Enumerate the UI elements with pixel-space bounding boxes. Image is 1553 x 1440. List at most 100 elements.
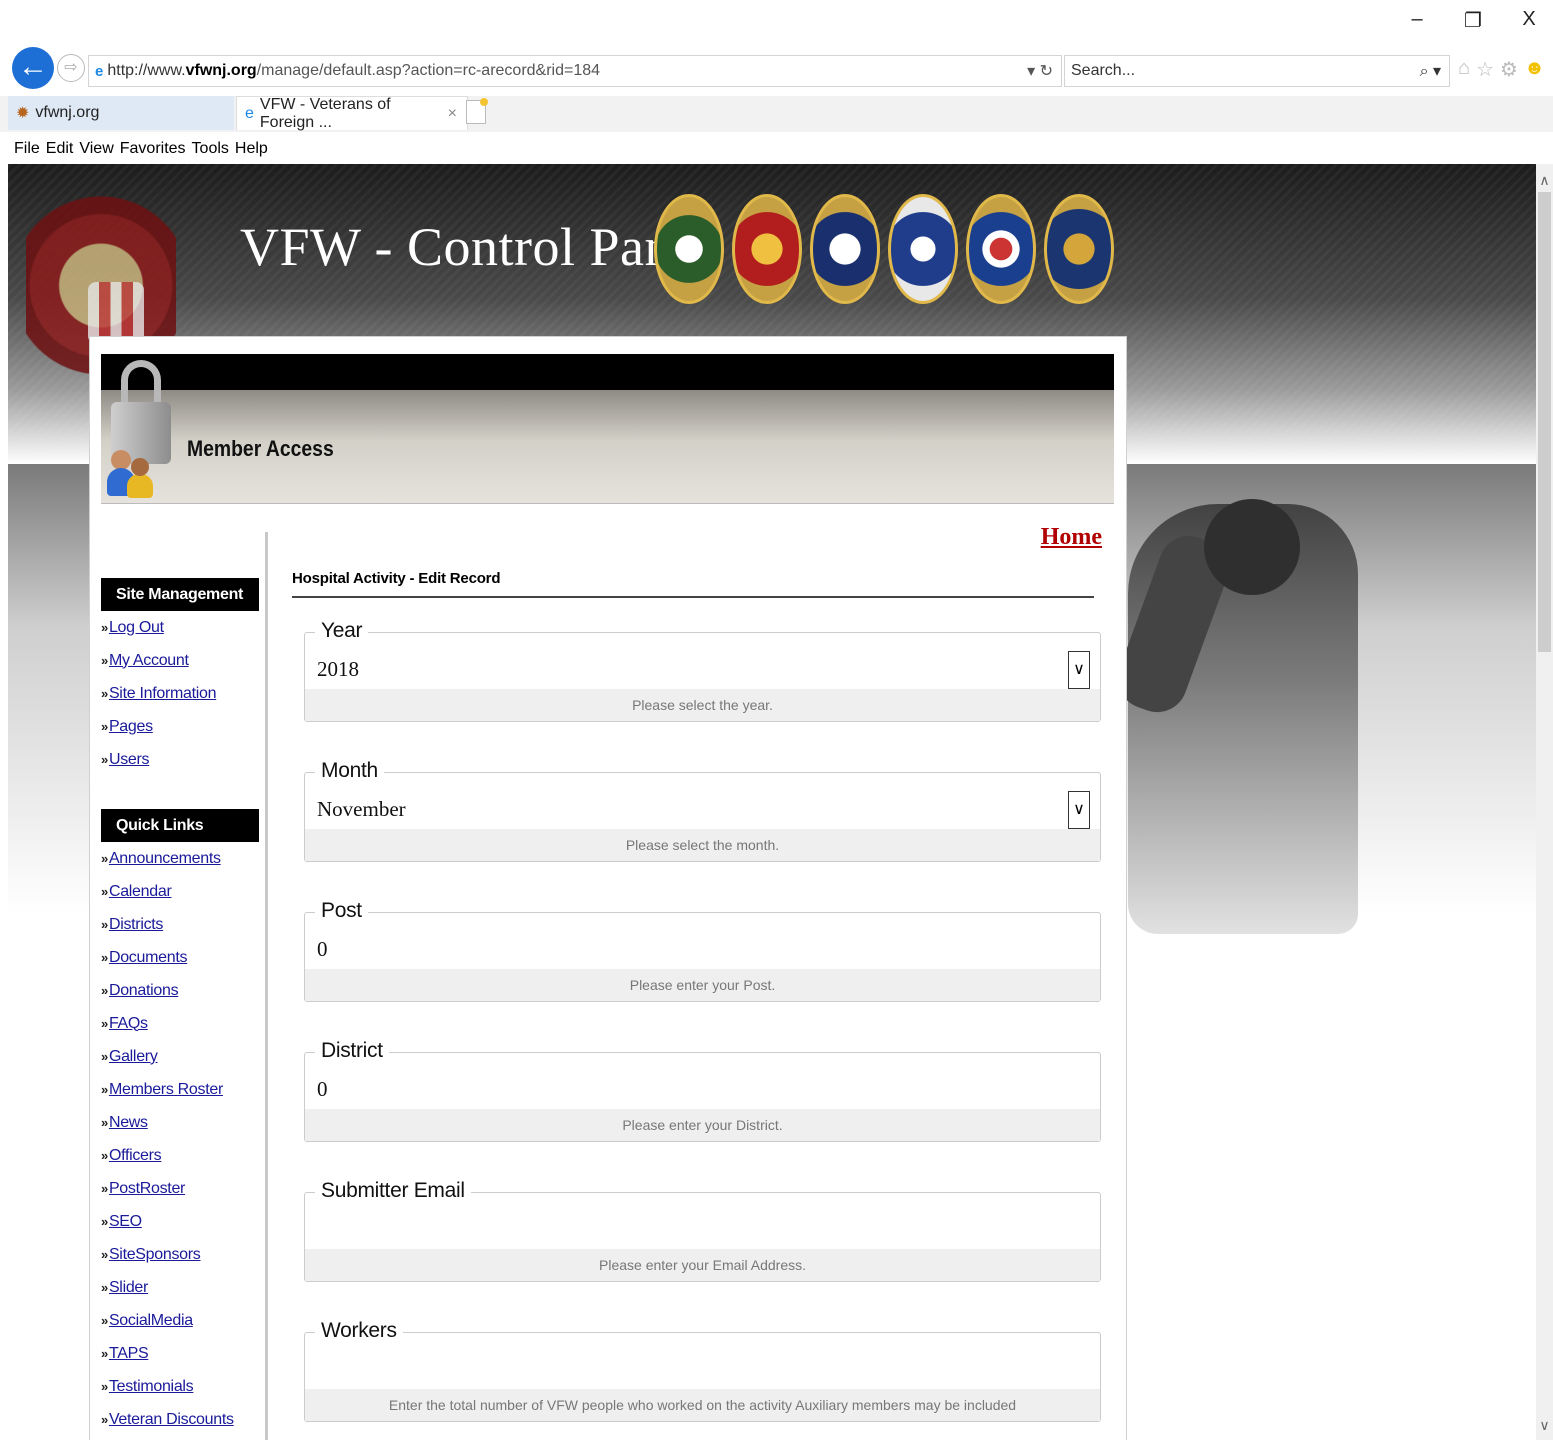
site-management-list: » Log Out » My Account » Site Information »… (101, 611, 261, 776)
settings-gear-icon[interactable]: ⚙ (1500, 57, 1518, 82)
year-select[interactable]: 2018 (317, 657, 359, 682)
month-fieldset: Month November ∨ Please select the month… (304, 759, 1101, 862)
scroll-down-icon[interactable]: ∨ (1536, 1417, 1553, 1434)
sidebar-item-seo: » SEO (101, 1205, 261, 1238)
double-arrow-icon: » (101, 686, 108, 701)
month-select[interactable]: November (317, 797, 406, 822)
taps-link[interactable]: TAPS (109, 1345, 149, 1363)
sidebar-item-gallery: » Gallery (101, 1040, 261, 1073)
members-roster-link[interactable]: Members Roster (109, 1081, 223, 1099)
restore-button[interactable]: ❐ (1463, 8, 1483, 33)
double-arrow-icon: » (101, 653, 108, 668)
minimize-button[interactable]: – (1407, 8, 1427, 33)
post-label: Post (315, 899, 368, 923)
workers-hint: Enter the total number of VFW people who… (305, 1389, 1100, 1421)
tab-vfw-control[interactable]: e VFW - Veterans of Foreign ... × (236, 96, 468, 131)
sidebar-item-taps: » TAPS (101, 1337, 261, 1370)
banner-title: VFW - Control Panel (240, 217, 712, 277)
search-input[interactable]: Search... (1071, 62, 1135, 80)
forward-button[interactable]: ⇨ (57, 54, 85, 82)
sidebar-item-slider: » Slider (101, 1271, 261, 1304)
faqs-link[interactable]: FAQs (109, 1015, 148, 1033)
slider-link[interactable]: Slider (109, 1279, 148, 1297)
back-button[interactable]: ← (12, 47, 54, 89)
search-box[interactable]: Search... ⌕ ▾ (1064, 55, 1450, 87)
panel-header: Member Access (101, 360, 1114, 504)
vertical-scrollbar[interactable]: ∧ ∨ (1536, 164, 1553, 1440)
testimonials-link[interactable]: Testimonials (109, 1378, 194, 1396)
close-window-button[interactable]: X (1519, 8, 1539, 33)
sidebar-item-faqs: » FAQs (101, 1007, 261, 1040)
double-arrow-icon: » (101, 1247, 108, 1262)
my-account-link[interactable]: My Account (109, 652, 189, 670)
national-guard-seal-icon (1044, 194, 1114, 304)
gallery-link[interactable]: Gallery (109, 1048, 158, 1066)
double-arrow-icon: » (101, 1412, 108, 1427)
main-panel: Member Access Site Management » Log Out »… (89, 336, 1127, 1440)
panel-title: Member Access (187, 436, 334, 461)
post-input[interactable]: 0 (317, 937, 328, 962)
double-arrow-icon: » (101, 1082, 108, 1097)
postroster-link[interactable]: PostRoster (109, 1180, 185, 1198)
scroll-thumb[interactable] (1538, 192, 1551, 652)
tab-vfwnj[interactable]: ✹ vfwnj.org (8, 96, 234, 130)
chevron-down-icon[interactable]: ∨ (1068, 651, 1090, 689)
sidebar-item-calendar: » Calendar (101, 875, 261, 908)
district-fieldset: District 0 Please enter your District. (304, 1039, 1101, 1142)
favorites-star-icon[interactable]: ☆ (1476, 57, 1494, 82)
menu-tools[interactable]: Tools (192, 140, 229, 158)
arrow-left-icon: ← (18, 50, 48, 83)
sidebar-item-documents: » Documents (101, 941, 261, 974)
menu-edit[interactable]: Edit (46, 140, 74, 158)
veteran-discounts-link[interactable]: Veteran Discounts (109, 1411, 234, 1429)
menu-file[interactable]: File (14, 140, 40, 158)
search-icon[interactable]: ⌕ ▾ (1420, 61, 1441, 81)
sidebar: Site Management » Log Out » My Account » Si… (101, 524, 261, 1436)
double-arrow-icon: » (101, 1379, 108, 1394)
new-tab-button[interactable] (466, 98, 488, 124)
officers-link[interactable]: Officers (109, 1147, 162, 1165)
chevron-down-icon[interactable]: ∨ (1068, 791, 1090, 829)
menu-bar: File Edit View Favorites Tools Help (0, 136, 1553, 162)
home-icon[interactable]: ⌂ (1458, 57, 1470, 82)
sidebar-item-officers: » Officers (101, 1139, 261, 1172)
sidebar-item-pages: » Pages (101, 710, 261, 743)
menu-help[interactable]: Help (235, 140, 268, 158)
double-arrow-icon: » (101, 950, 108, 965)
menu-view[interactable]: View (79, 140, 113, 158)
sidebar-item-members-roster: » Members Roster (101, 1073, 261, 1106)
districts-link[interactable]: Districts (109, 916, 163, 934)
seo-link[interactable]: SEO (109, 1213, 142, 1231)
double-arrow-icon: » (101, 1148, 108, 1163)
district-hint: Please enter your District. (305, 1109, 1100, 1141)
sidebar-item-socialmedia: » SocialMedia (101, 1304, 261, 1337)
marine-corps-seal-icon (732, 194, 802, 304)
double-arrow-icon: » (101, 1214, 108, 1229)
feedback-smiley-icon[interactable]: ☻ (1524, 57, 1545, 82)
menu-favorites[interactable]: Favorites (120, 140, 186, 158)
users-link[interactable]: Users (109, 751, 150, 769)
news-link[interactable]: News (109, 1114, 148, 1132)
announcements-link[interactable]: Announcements (109, 850, 221, 868)
close-tab-icon[interactable]: × (448, 105, 457, 123)
home-link[interactable]: Home (1041, 524, 1102, 551)
double-arrow-icon: » (101, 1313, 108, 1328)
pages-link[interactable]: Pages (109, 718, 153, 736)
refresh-icon[interactable]: ▾ ↻ (1027, 61, 1053, 81)
log-out-link[interactable]: Log Out (109, 619, 164, 637)
double-arrow-icon: » (101, 1049, 108, 1064)
sidebar-item-districts: » Districts (101, 908, 261, 941)
scroll-up-icon[interactable]: ∧ (1536, 172, 1553, 189)
site-information-link[interactable]: Site Information (109, 685, 217, 703)
donations-link[interactable]: Donations (109, 982, 179, 1000)
url-path: /manage/default.asp?action=rc-arecord&ri… (256, 62, 601, 79)
double-arrow-icon: » (101, 1016, 108, 1031)
workers-fieldset: Workers Enter the total number of VFW pe… (304, 1319, 1101, 1422)
address-bar[interactable]: e http://www. vfwnj.org /manage/default.… (88, 55, 1062, 87)
socialmedia-link[interactable]: SocialMedia (109, 1312, 193, 1330)
sitesponsors-link[interactable]: SiteSponsors (109, 1246, 201, 1264)
documents-link[interactable]: Documents (109, 949, 188, 967)
calendar-link[interactable]: Calendar (109, 883, 172, 901)
site-management-heading: Site Management (101, 578, 259, 611)
district-input[interactable]: 0 (317, 1077, 328, 1102)
